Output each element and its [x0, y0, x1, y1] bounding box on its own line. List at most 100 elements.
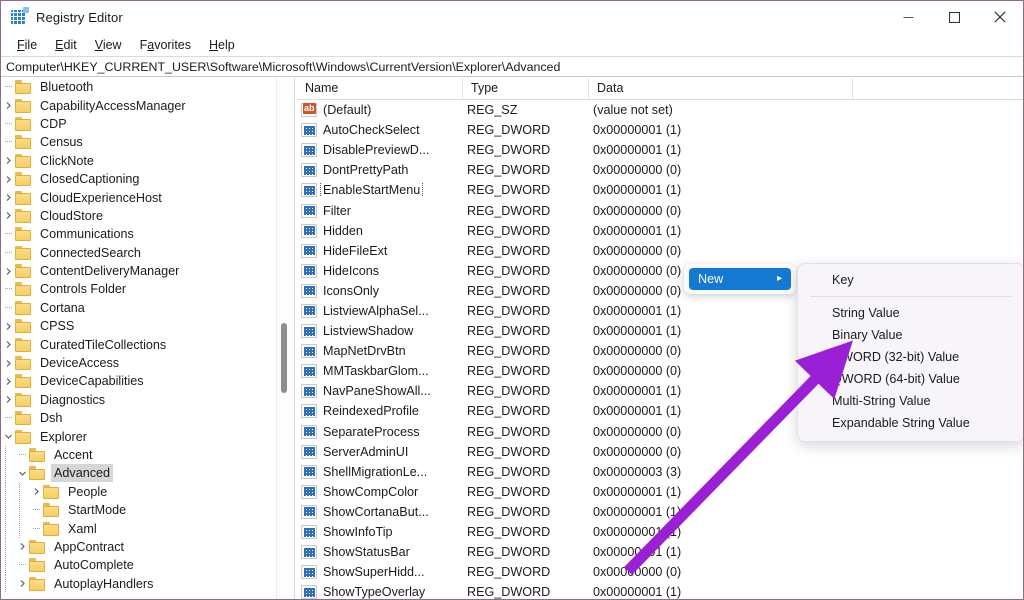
tree-item-autocomplete[interactable]: AutoComplete	[1, 556, 278, 574]
menu-item-favorites[interactable]: Favorites	[131, 36, 200, 54]
tree-item-startmode[interactable]: StartMode	[1, 501, 278, 519]
column-header-type[interactable]: Type	[463, 78, 589, 99]
expand-chevron-icon[interactable]	[1, 152, 15, 170]
tree-item-bluetooth[interactable]: Bluetooth	[1, 78, 278, 96]
tree-item-accent[interactable]: Accent	[1, 446, 278, 464]
value-type: REG_DWORD	[463, 425, 589, 439]
value-name-cell: HideFileExt	[297, 244, 463, 258]
value-row[interactable]: ShowStatusBarREG_DWORD0x00000001 (1)	[297, 542, 1023, 562]
value-row[interactable]: AutoCheckSelectREG_DWORD0x00000001 (1)	[297, 120, 1023, 140]
submenu-item-key[interactable]: Key	[798, 269, 1024, 291]
menu-item-edit[interactable]: Edit	[46, 36, 86, 54]
value-row[interactable]: DisablePreviewD...REG_DWORD0x00000001 (1…	[297, 140, 1023, 160]
value-row[interactable]: EnableStartMenuREG_DWORD0x00000001 (1)	[297, 180, 1023, 200]
submenu-item-multi-string-value[interactable]: Multi-String Value	[798, 390, 1024, 412]
folder-icon	[15, 356, 32, 370]
value-row[interactable]: HiddenREG_DWORD0x00000001 (1)	[297, 221, 1023, 241]
submenu-item-binary-value[interactable]: Binary Value	[798, 324, 1024, 346]
tree-item-deviceaccess[interactable]: DeviceAccess	[1, 354, 278, 372]
value-row[interactable]: DontPrettyPathREG_DWORD0x00000000 (0)	[297, 160, 1023, 180]
address-bar[interactable]: Computer\HKEY_CURRENT_USER\Software\Micr…	[1, 56, 1023, 77]
tree-indent-guide	[1, 446, 15, 464]
tree-item-census[interactable]: Census	[1, 133, 278, 151]
value-type: REG_DWORD	[463, 525, 589, 539]
tree-item-communications[interactable]: Communications	[1, 225, 278, 243]
expand-chevron-icon[interactable]	[29, 483, 43, 501]
expand-chevron-icon[interactable]	[1, 372, 15, 390]
value-row[interactable]: ServerAdminUIREG_DWORD0x00000000 (0)	[297, 442, 1023, 462]
tree-item-closedcaptioning[interactable]: ClosedCaptioning	[1, 170, 278, 188]
tree-item-label: Bluetooth	[37, 78, 96, 96]
context-menu-item-new[interactable]: New ▸	[689, 268, 791, 290]
tree-item-cloudstore[interactable]: CloudStore	[1, 207, 278, 225]
tree-item-explorer[interactable]: Explorer	[1, 427, 278, 445]
dword-value-icon	[301, 244, 317, 258]
submenu-item-qword-64-bit-value[interactable]: QWORD (64-bit) Value	[798, 368, 1024, 390]
tree-item-diagnostics[interactable]: Diagnostics	[1, 391, 278, 409]
collapse-chevron-icon[interactable]	[1, 428, 15, 446]
tree-item-controls-folder[interactable]: Controls Folder	[1, 280, 278, 298]
tree-item-cpss[interactable]: CPSS	[1, 317, 278, 335]
value-data: 0x00000001 (1)	[589, 485, 853, 499]
expand-chevron-icon[interactable]	[1, 189, 15, 207]
tree-item-xaml[interactable]: Xaml	[1, 519, 278, 537]
tree-item-devicecapabilities[interactable]: DeviceCapabilities	[1, 372, 278, 390]
value-row[interactable]: HideFileExtREG_DWORD0x00000000 (0)	[297, 241, 1023, 261]
value-data: 0x00000001 (1)	[589, 505, 853, 519]
maximize-button[interactable]	[931, 1, 977, 33]
tree-item-curatedtilecollections[interactable]: CuratedTileCollections	[1, 335, 278, 353]
tree-item-clicknote[interactable]: ClickNote	[1, 152, 278, 170]
tree-item-people[interactable]: People	[1, 483, 278, 501]
tree-item-advanced[interactable]: Advanced	[1, 464, 278, 482]
tree-item-cortana[interactable]: Cortana	[1, 299, 278, 317]
value-row[interactable]: ShowCortanaBut...REG_DWORD0x00000001 (1)	[297, 502, 1023, 522]
tree-item-appcontract[interactable]: AppContract	[1, 538, 278, 556]
tree-item-autoplayhandlers[interactable]: AutoplayHandlers	[1, 575, 278, 593]
tree-item-cdp[interactable]: CDP	[1, 115, 278, 133]
tree-item-label: Advanced	[51, 464, 113, 482]
tree-item-label: AutoComplete	[51, 556, 137, 574]
expand-chevron-icon[interactable]	[1, 317, 15, 335]
value-name-cell: MMTaskbarGlom...	[297, 364, 463, 378]
tree-item-contentdeliverymanager[interactable]: ContentDeliveryManager	[1, 262, 278, 280]
expand-chevron-icon[interactable]	[1, 170, 15, 188]
menu-item-help[interactable]: Help	[200, 36, 244, 54]
expand-chevron-icon[interactable]	[1, 262, 15, 280]
value-row[interactable]: ShowCompColorREG_DWORD0x00000001 (1)	[297, 482, 1023, 502]
expand-chevron-icon[interactable]	[1, 97, 15, 115]
value-name-cell: HideIcons	[297, 264, 463, 278]
value-name-cell: ReindexedProfile	[297, 404, 463, 418]
value-row[interactable]: (Default)REG_SZ(value not set)	[297, 100, 1023, 120]
values-column-headers: Name Type Data	[297, 78, 1023, 100]
expand-chevron-icon[interactable]	[15, 538, 29, 556]
collapse-chevron-icon[interactable]	[15, 464, 29, 482]
menu-item-view[interactable]: View	[86, 36, 131, 54]
value-name-cell: (Default)	[297, 103, 463, 117]
submenu-item-dword-32-bit-value[interactable]: DWORD (32-bit) Value	[798, 346, 1024, 368]
value-row[interactable]: ShowTypeOverlayREG_DWORD0x00000001 (1)	[297, 582, 1023, 599]
tree-scrollbar-thumb[interactable]	[281, 323, 287, 393]
expand-chevron-icon[interactable]	[1, 336, 15, 354]
value-row[interactable]: ShowSuperHidd...REG_DWORD0x00000000 (0)	[297, 562, 1023, 582]
expand-chevron-icon[interactable]	[1, 207, 15, 225]
submenu-item-expandable-string-value[interactable]: Expandable String Value	[798, 412, 1024, 434]
minimize-button[interactable]	[885, 1, 931, 33]
value-row[interactable]: ShowInfoTipREG_DWORD0x00000001 (1)	[297, 522, 1023, 542]
expand-chevron-icon[interactable]	[1, 391, 15, 409]
folder-icon	[15, 338, 32, 352]
tree-item-cloudexperiencehost[interactable]: CloudExperienceHost	[1, 188, 278, 206]
expand-chevron-icon[interactable]	[1, 354, 15, 372]
column-header-data[interactable]: Data	[589, 78, 853, 99]
submenu-item-string-value[interactable]: String Value	[798, 302, 1024, 324]
expand-chevron-icon[interactable]	[15, 575, 29, 593]
menu-item-file[interactable]: File	[8, 36, 46, 54]
close-button[interactable]	[977, 1, 1023, 33]
column-header-name[interactable]: Name	[297, 78, 463, 99]
tree-item-capabilityaccessmanager[interactable]: CapabilityAccessManager	[1, 96, 278, 114]
tree-vertical-scrollbar[interactable]	[276, 78, 290, 599]
value-row[interactable]: FilterREG_DWORD0x00000000 (0)	[297, 200, 1023, 220]
tree-item-label: CuratedTileCollections	[37, 336, 169, 354]
tree-item-dsh[interactable]: Dsh	[1, 409, 278, 427]
value-row[interactable]: ShellMigrationLe...REG_DWORD0x00000003 (…	[297, 462, 1023, 482]
tree-item-connectedsearch[interactable]: ConnectedSearch	[1, 244, 278, 262]
